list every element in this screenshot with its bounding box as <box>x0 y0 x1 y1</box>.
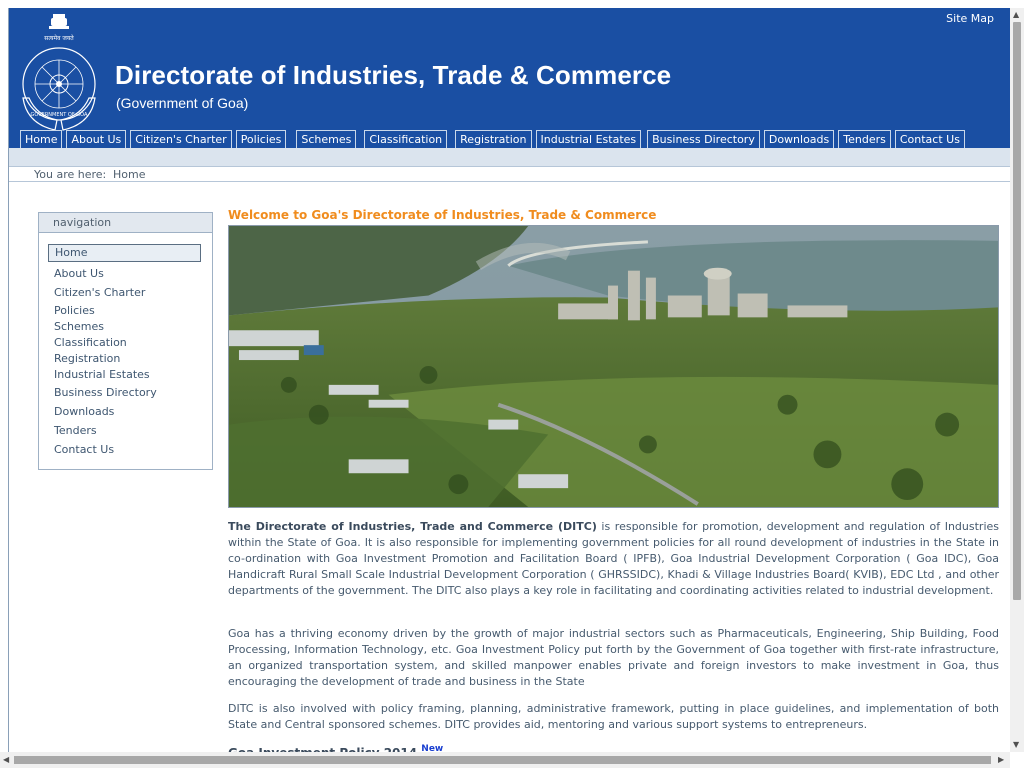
sidebar-item-policies[interactable]: Policies <box>54 304 95 317</box>
welcome-heading: Welcome to Goa's Directorate of Industri… <box>228 208 657 222</box>
sidebar-item-about-us[interactable]: About Us <box>54 267 104 280</box>
sidebar-item-industrial-estates[interactable]: Industrial Estates <box>54 368 150 381</box>
intro-paragraph: The Directorate of Industries, Trade and… <box>228 519 999 599</box>
sidebar-item-classification[interactable]: Classification <box>54 336 127 349</box>
scroll-left-icon[interactable]: ◀ <box>3 756 9 764</box>
browser-viewport: सत्यमेव जयते GOVERNMENT OF GOA Directora… <box>8 8 1011 768</box>
tab-citizens-charter[interactable]: Citizen's Charter <box>130 130 232 148</box>
site-subtitle: (Government of Goa) <box>116 95 249 111</box>
vertical-scroll-thumb[interactable] <box>1013 22 1021 600</box>
hero-image <box>228 225 999 508</box>
horizontal-scrollbar[interactable]: ◀ ▶ <box>0 752 1010 768</box>
sidebar-heading: navigation <box>39 213 212 233</box>
scroll-right-icon[interactable]: ▶ <box>998 756 1004 764</box>
sidebar-item-citizens-charter[interactable]: Citizen's Charter <box>54 286 145 299</box>
sidebar-item-contact-us[interactable]: Contact Us <box>54 443 114 456</box>
breadcrumb-current[interactable]: Home <box>113 168 145 181</box>
tab-policies[interactable]: Policies <box>235 130 287 148</box>
tab-tenders[interactable]: Tenders <box>838 130 891 148</box>
tab-about-us[interactable]: About Us <box>66 130 127 148</box>
site-header: सत्यमेव जयते GOVERNMENT OF GOA Directora… <box>9 8 1011 148</box>
sidebar-item-business-directory[interactable]: Business Directory <box>54 386 157 399</box>
tab-schemes[interactable]: Schemes <box>296 130 357 148</box>
economy-paragraph: Goa has a thriving economy driven by the… <box>228 627 999 688</box>
intro-paragraph-bold: The Directorate of Industries, Trade and… <box>228 520 597 533</box>
tab-classification[interactable]: Classification <box>364 130 448 148</box>
site-map-link[interactable]: Site Map <box>946 12 994 25</box>
sidebar-item-downloads[interactable]: Downloads <box>54 405 114 418</box>
scroll-down-icon[interactable]: ▼ <box>1013 741 1019 749</box>
breadcrumb: You are here: Home <box>9 167 1011 182</box>
tab-contact-us[interactable]: Contact Us <box>894 130 965 148</box>
vertical-scrollbar[interactable]: ▲ ▼ <box>1010 8 1024 752</box>
svg-text:GOVERNMENT OF GOA: GOVERNMENT OF GOA <box>31 112 88 118</box>
tab-downloads[interactable]: Downloads <box>763 130 835 148</box>
policy-paragraph: DITC is also involved with policy framin… <box>228 702 999 731</box>
site-title: Directorate of Industries, Trade & Comme… <box>115 60 672 90</box>
sub-navigation-bar <box>9 148 1011 167</box>
sidebar-item-schemes[interactable]: Schemes <box>54 320 104 333</box>
government-emblem-logo: सत्यमेव जयते GOVERNMENT OF GOA <box>22 14 96 131</box>
tab-industrial-estates[interactable]: Industrial Estates <box>535 130 642 148</box>
sidebar-item-tenders[interactable]: Tenders <box>54 424 97 437</box>
scroll-up-icon[interactable]: ▲ <box>1013 11 1019 19</box>
sidebar-item-home[interactable]: Home <box>48 244 201 262</box>
sidebar-item-registration[interactable]: Registration <box>54 352 120 365</box>
breadcrumb-prefix: You are here: <box>34 168 107 181</box>
svg-text:सत्यमेव जयते: सत्यमेव जयते <box>44 34 74 42</box>
tab-business-directory[interactable]: Business Directory <box>647 130 760 148</box>
tab-home[interactable]: Home <box>20 130 63 148</box>
top-navigation: Home About Us Citizen's Charter Policies… <box>20 130 969 148</box>
horizontal-scroll-thumb[interactable] <box>14 756 991 764</box>
sidebar-navigation: navigation Home About Us Citizen's Chart… <box>38 212 213 470</box>
tab-registration[interactable]: Registration <box>455 130 532 148</box>
